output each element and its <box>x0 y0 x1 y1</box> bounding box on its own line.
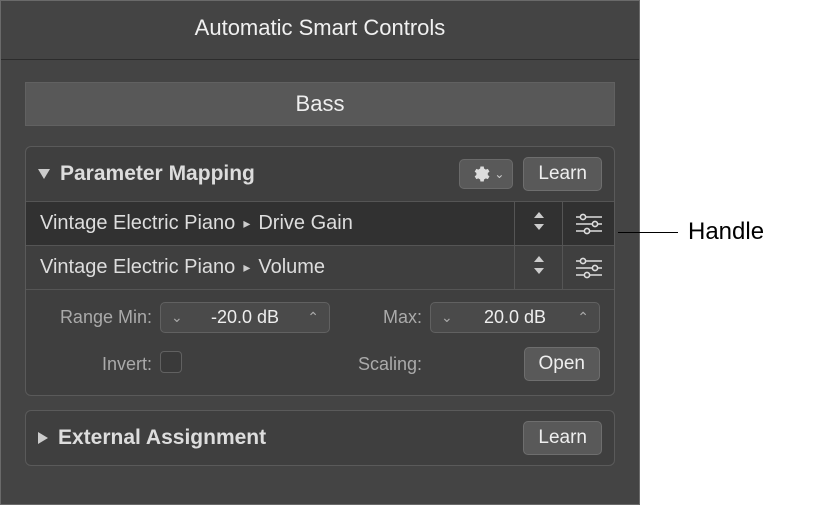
parameter-row[interactable]: Vintage Electric Piano ▸ Drive Gain <box>26 201 614 245</box>
track-name-banner[interactable]: Bass <box>25 82 615 126</box>
parameter-row[interactable]: Vintage Electric Piano ▸ Volume <box>26 245 614 289</box>
chevron-down-icon: ⌄ <box>494 167 504 181</box>
callout-handle: Handle <box>688 218 764 246</box>
chevron-down-icon: ⌄ <box>167 309 187 326</box>
path-arrow-icon: ▸ <box>243 215 250 232</box>
invert-checkbox[interactable] <box>160 351 182 373</box>
row-stepper[interactable] <box>514 246 562 289</box>
range-min-stepper[interactable]: ⌄ -20.0 dB ⌃ <box>160 302 330 333</box>
path-arrow-icon: ▸ <box>243 259 250 276</box>
up-down-icon <box>532 254 546 281</box>
parameter-label: Vintage Electric Piano ▸ Drive Gain <box>26 202 514 245</box>
chevron-up-icon: ⌃ <box>303 309 323 326</box>
open-scaling-button[interactable]: Open <box>524 347 600 381</box>
parameter-mapping-title: Parameter Mapping <box>60 162 449 186</box>
gear-icon <box>470 164 490 184</box>
sliders-icon <box>574 213 604 235</box>
sliders-handle[interactable] <box>562 202 614 245</box>
external-assignment-section: External Assignment Learn <box>25 410 615 466</box>
panel-title: Automatic Smart Controls <box>1 1 639 60</box>
sliders-handle[interactable] <box>562 246 614 289</box>
range-max-stepper[interactable]: ⌄ 20.0 dB ⌃ <box>430 302 600 333</box>
learn-button[interactable]: Learn <box>523 157 602 191</box>
learn-button[interactable]: Learn <box>523 421 602 455</box>
range-min-value: -20.0 dB <box>211 307 279 328</box>
range-max-label: Max: <box>330 307 430 328</box>
disclosure-triangle-icon[interactable] <box>38 432 48 444</box>
invert-label: Invert: <box>40 354 160 375</box>
sliders-icon <box>574 257 604 279</box>
external-assignment-title: External Assignment <box>58 426 513 450</box>
row-stepper[interactable] <box>514 202 562 245</box>
parameter-mapping-section: Parameter Mapping ⌄ Learn Vintage Electr… <box>25 146 615 396</box>
chevron-down-icon: ⌄ <box>437 309 457 326</box>
range-max-value: 20.0 dB <box>484 307 546 328</box>
up-down-icon <box>532 210 546 237</box>
disclosure-triangle-icon[interactable] <box>38 169 50 179</box>
smart-controls-panel: Automatic Smart Controls Bass Parameter … <box>0 0 640 505</box>
range-min-label: Range Min: <box>40 307 160 328</box>
scaling-label: Scaling: <box>330 354 430 375</box>
chevron-up-icon: ⌃ <box>573 309 593 326</box>
gear-menu-button[interactable]: ⌄ <box>459 159 513 189</box>
parameter-label: Vintage Electric Piano ▸ Volume <box>26 246 514 289</box>
